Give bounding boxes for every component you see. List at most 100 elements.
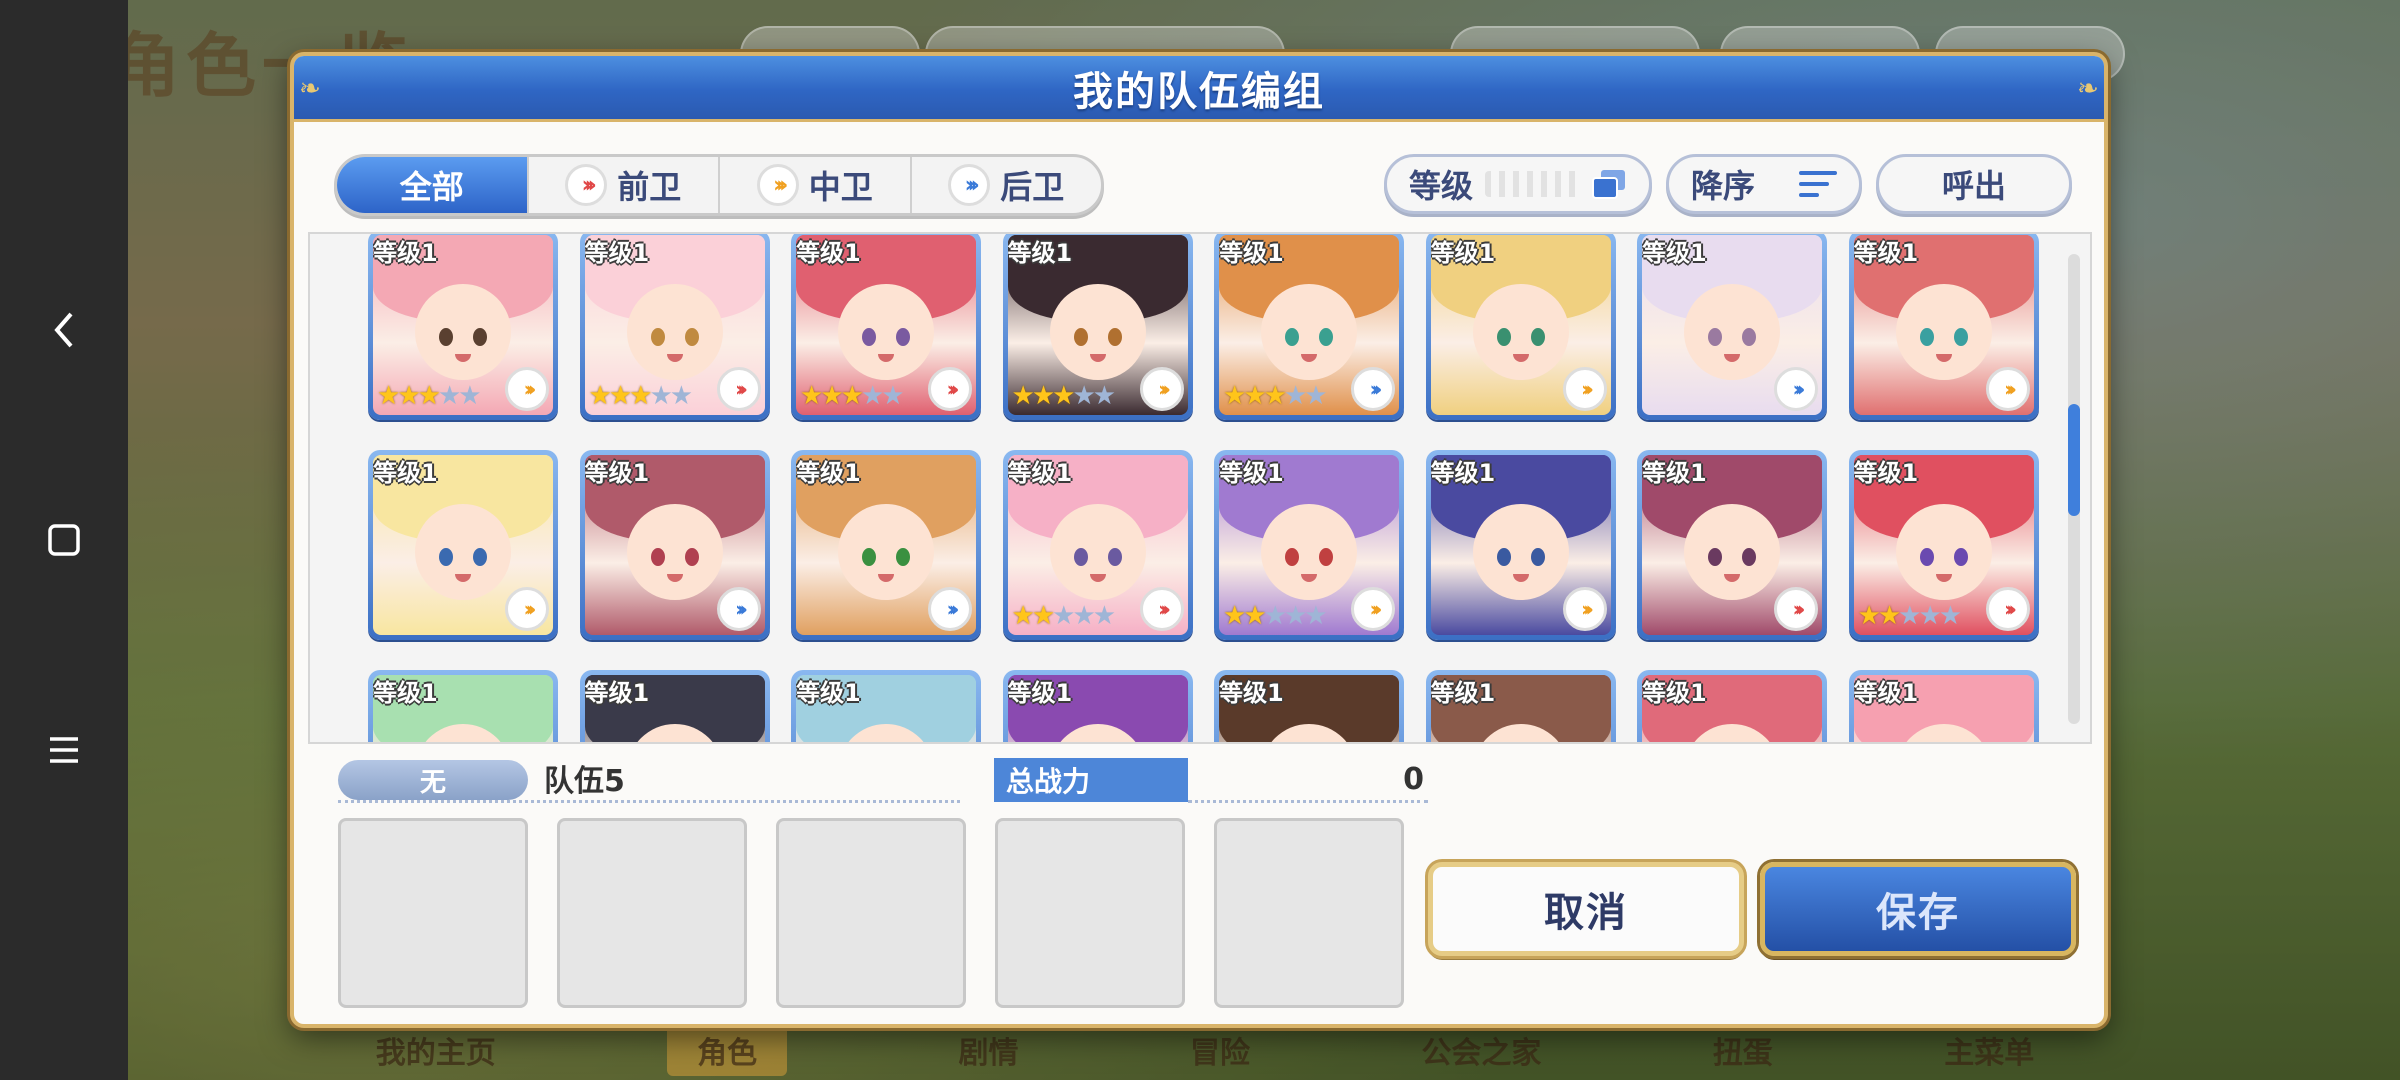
character-eye bbox=[1708, 328, 1722, 347]
character-card[interactable]: 等级1 ★★★★★ ››› bbox=[579, 234, 770, 420]
sort-by-button[interactable]: 等级 bbox=[1384, 154, 1652, 214]
character-level: 等级1 bbox=[1430, 459, 1496, 487]
character-level: 等级1 bbox=[1219, 239, 1284, 267]
character-level: 等级1 bbox=[1642, 679, 1707, 707]
character-card[interactable]: 等级1 ★★★★★ ››› bbox=[368, 234, 558, 420]
background-bottom-nav: 我的主页 角色 剧情 冒险 公会之家 扭蛋 主菜单 bbox=[290, 1020, 2120, 1080]
character-card[interactable]: 等级1››› bbox=[1637, 670, 1827, 742]
corner-ornament-icon: ❧ bbox=[2077, 74, 2099, 104]
tab-label: 后卫 bbox=[1000, 168, 1065, 206]
star-rating-icon: ★★★★★ bbox=[1857, 601, 1963, 631]
character-card[interactable]: 等级1 ★★★★★ ››› bbox=[791, 234, 981, 420]
dialog-header: 我的队伍编组 bbox=[294, 56, 2104, 122]
character-card[interactable]: 等级1 ★★★★★ ››› bbox=[1002, 450, 1193, 640]
character-card[interactable]: 等级1››› bbox=[368, 670, 558, 742]
character-card[interactable]: 等级1››› bbox=[1848, 670, 2039, 742]
character-eye bbox=[896, 328, 910, 347]
character-level: 等级1 bbox=[1430, 239, 1496, 267]
character-eye bbox=[1530, 548, 1545, 567]
character-eye bbox=[1496, 548, 1511, 567]
character-card[interactable]: 等级1 ★★★★★ ››› bbox=[1214, 450, 1404, 640]
character-eye bbox=[1496, 328, 1511, 347]
character-mouth bbox=[1301, 354, 1317, 363]
grid-scrollbar[interactable] bbox=[2068, 254, 2080, 724]
character-portrait: 等级1››› bbox=[1642, 455, 1822, 635]
character-eye bbox=[439, 328, 453, 347]
sort-order-button[interactable]: 降序 bbox=[1666, 154, 1862, 214]
home-icon[interactable] bbox=[34, 510, 94, 570]
character-portrait: 等级1 ★★★★★ ››› bbox=[584, 235, 765, 415]
character-portrait: 等级1››› bbox=[796, 675, 976, 742]
character-card[interactable]: 等级1››› bbox=[1848, 234, 2039, 420]
team-name[interactable]: 队伍5 bbox=[544, 756, 625, 800]
total-power-label: 总战力 bbox=[994, 758, 1188, 802]
character-eye bbox=[1953, 328, 1968, 347]
character-level: 等级1 bbox=[584, 459, 650, 487]
character-card[interactable]: 等级1››› bbox=[368, 450, 558, 640]
character-face bbox=[838, 284, 934, 381]
character-portrait: 等级1 ★★★★★ ››› bbox=[373, 235, 553, 415]
blue-chevron-icon: ››› bbox=[948, 164, 991, 206]
tab-middle[interactable]: ››› 中卫 bbox=[720, 157, 912, 213]
character-card[interactable]: 等级1››› bbox=[1425, 234, 1616, 420]
character-level: 等级1 bbox=[1430, 679, 1496, 707]
character-portrait: 等级1››› bbox=[1007, 675, 1188, 742]
character-portrait: 等级1 ★★★★★ ››› bbox=[1219, 235, 1399, 415]
character-level: 等级1 bbox=[1007, 239, 1073, 267]
character-level: 等级1 bbox=[796, 239, 861, 267]
character-level: 等级1 bbox=[1853, 239, 1919, 267]
red-chevron-icon: ››› bbox=[1139, 587, 1184, 631]
orange-chevron-icon: ››› bbox=[505, 367, 549, 411]
sort-descending-icon bbox=[1799, 171, 1837, 197]
power-underline bbox=[1188, 800, 1428, 803]
character-eye bbox=[1073, 548, 1088, 567]
menu-icon[interactable] bbox=[34, 720, 94, 780]
character-card[interactable]: 等级1 ★★★★★ ››› bbox=[1214, 234, 1404, 420]
team-slot[interactable] bbox=[995, 818, 1185, 1008]
character-portrait: 等级1 ★★★★★ ››› bbox=[796, 235, 976, 415]
cancel-button[interactable]: 取消 bbox=[1428, 862, 1744, 956]
character-card[interactable]: 等级1››› bbox=[1637, 234, 1827, 420]
character-card[interactable]: 等级1››› bbox=[791, 670, 981, 742]
character-card[interactable]: 等级1››› bbox=[579, 450, 770, 640]
character-eye bbox=[650, 328, 665, 347]
star-rating-icon: ★★★★★ bbox=[377, 381, 482, 411]
back-icon[interactable] bbox=[34, 300, 94, 360]
character-card[interactable]: 等级1››› bbox=[1425, 450, 1616, 640]
character-card[interactable]: 等级1 ★★★★★ ››› bbox=[1002, 234, 1193, 420]
character-card[interactable]: 等级1››› bbox=[1425, 670, 1616, 742]
recall-button[interactable]: 呼出 bbox=[1876, 154, 2072, 214]
tab-all[interactable]: 全部 bbox=[337, 157, 529, 213]
blue-chevron-icon: ››› bbox=[928, 587, 972, 631]
character-card[interactable]: 等级1››› bbox=[1002, 670, 1193, 742]
character-portrait: 等级1››› bbox=[373, 455, 553, 635]
save-button[interactable]: 保存 bbox=[1760, 862, 2076, 956]
character-level: 等级1 bbox=[1007, 679, 1073, 707]
character-grid[interactable]: 等级1 ★★★★★ ››› 等级1 ★★★★★ ››› 等级1 ★★★★★ ››› 等级1 ★★★★… bbox=[308, 232, 2092, 744]
character-level: 等级1 bbox=[1219, 459, 1284, 487]
red-chevron-icon: ››› bbox=[565, 164, 608, 206]
character-card[interactable]: 等级1››› bbox=[579, 670, 770, 742]
tab-back[interactable]: ››› 后卫 bbox=[912, 157, 1102, 213]
character-eye bbox=[1285, 548, 1299, 567]
team-slot[interactable] bbox=[557, 818, 747, 1008]
character-card[interactable]: 等级1››› bbox=[1637, 450, 1827, 640]
character-eye bbox=[1708, 548, 1722, 567]
character-portrait: 等级1››› bbox=[1430, 675, 1611, 742]
character-eye bbox=[1285, 328, 1299, 347]
character-portrait: 等级1››› bbox=[584, 455, 765, 635]
grid-scrollbar-thumb[interactable] bbox=[2068, 404, 2080, 516]
character-portrait: 等级1››› bbox=[1642, 675, 1822, 742]
character-face bbox=[838, 504, 934, 601]
team-slot[interactable] bbox=[338, 818, 528, 1008]
character-level: 等级1 bbox=[373, 679, 438, 707]
character-eye bbox=[1919, 548, 1934, 567]
character-card[interactable]: 等级1 ★★★★★ ››› bbox=[1848, 450, 2039, 640]
dialog-title: 我的队伍编组 bbox=[1073, 68, 1325, 115]
team-slot[interactable] bbox=[1214, 818, 1404, 1008]
orange-chevron-icon: ››› bbox=[1139, 367, 1184, 411]
team-slot[interactable] bbox=[776, 818, 966, 1008]
tab-front[interactable]: ››› 前卫 bbox=[529, 157, 720, 213]
character-card[interactable]: 等级1››› bbox=[1214, 670, 1404, 742]
character-card[interactable]: 等级1››› bbox=[791, 450, 981, 640]
